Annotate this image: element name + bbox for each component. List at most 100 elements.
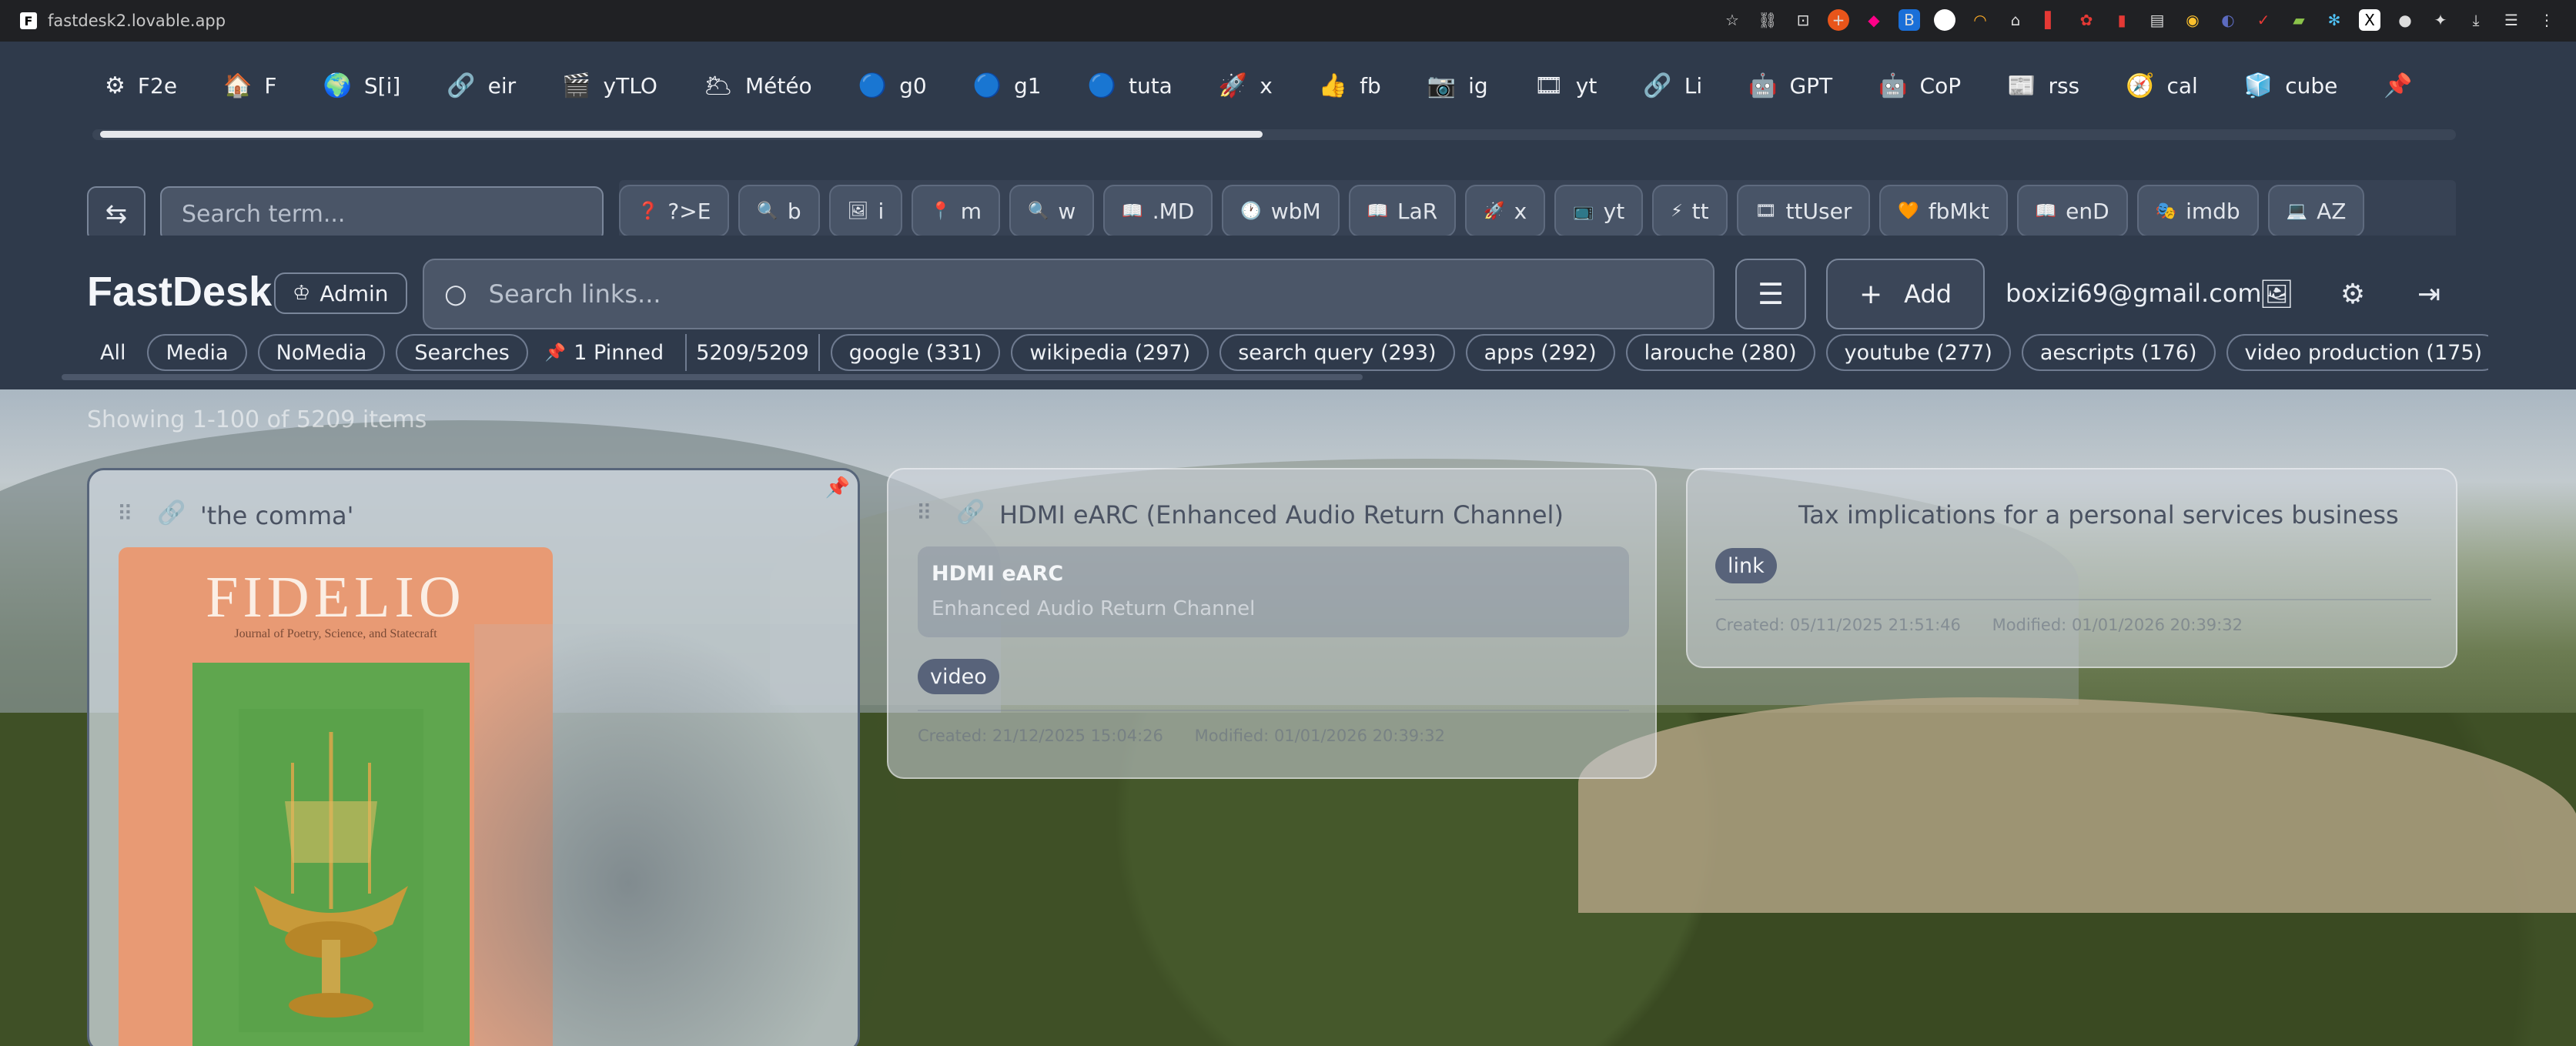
bookmark-item[interactable]: 🏠 F xyxy=(211,68,289,103)
filter-tag[interactable]: google (331) xyxy=(830,334,1001,371)
quick-tag-button[interactable]: 🧡 fbMkt xyxy=(1879,185,2008,237)
drag-handle-icon[interactable]: ⠿ xyxy=(117,501,133,526)
tag-chip[interactable]: link xyxy=(1715,548,1777,583)
filter-media[interactable]: Media xyxy=(147,334,247,371)
menu-lines-icon[interactable]: ☰ xyxy=(2501,9,2522,31)
app-logo[interactable]: FastDesk xyxy=(87,268,272,316)
card-title[interactable]: HDMI eARC (Enhanced Audio Return Channel… xyxy=(999,500,1564,530)
quick-tag-button[interactable]: ❓ ?>E xyxy=(619,185,730,237)
bookmark-item[interactable]: 🔵 tuta xyxy=(1076,68,1185,103)
bookmark-item[interactable]: 🔵 g0 xyxy=(846,68,939,103)
filter-tag[interactable]: apps (292) xyxy=(1465,334,1615,371)
bookmark-item[interactable]: 🌥 Météo xyxy=(691,68,825,103)
image-icon[interactable]: 🖼 xyxy=(2258,276,2295,312)
bookmark-item[interactable]: 🔵 g1 xyxy=(961,68,1054,103)
chat-icon[interactable]: ● xyxy=(2394,9,2416,31)
filter-tag[interactable]: aescripts (176) xyxy=(2021,334,2216,371)
bookmark-item[interactable]: 🎬 yTLO xyxy=(550,68,670,103)
filter-tag[interactable]: wikipedia (297) xyxy=(1011,334,1209,371)
filter-nomedia[interactable]: NoMedia xyxy=(257,334,386,371)
extension-icon[interactable]: ✿ xyxy=(2076,9,2097,31)
bookmark-item[interactable]: 🤖 CoP xyxy=(1866,68,1973,103)
bookmark-item[interactable]: 📌 xyxy=(2371,68,2437,103)
gear-icon[interactable]: ⚙ xyxy=(2334,276,2371,312)
rss-icon[interactable]: ◠ xyxy=(1969,9,1991,31)
filter-searches[interactable]: Searches xyxy=(396,334,528,371)
logout-icon[interactable]: ⇥ xyxy=(2410,276,2447,312)
bookmark-item[interactable]: 🧭 cal xyxy=(2113,68,2210,103)
drag-handle-icon[interactable]: ⠿ xyxy=(916,500,932,526)
star-icon[interactable]: ☆ xyxy=(1721,9,1743,31)
quick-tag-button[interactable]: 🎞 ttUser xyxy=(1736,185,1871,237)
link-icon[interactable]: 🔗 xyxy=(956,499,985,526)
puzzle-icon[interactable]: ✦ xyxy=(2430,9,2451,31)
shield-icon[interactable]: ✓ xyxy=(2253,9,2274,31)
menu-button[interactable]: ☰ xyxy=(1735,259,1806,329)
bookmark-item[interactable]: 🧊 cube xyxy=(2232,68,2350,103)
filter-pinned[interactable]: 📌 1 Pinned xyxy=(539,334,674,371)
extension-icon[interactable]: ◉ xyxy=(2182,9,2203,31)
screenshot-icon[interactable]: ⊡ xyxy=(1792,9,1814,31)
bookmark-item[interactable]: 📰 rss xyxy=(1995,68,2092,103)
link-card[interactable]: ⠿ 🔗 'the comma' 📌 FIDELIO Journal of Poe… xyxy=(87,468,860,1046)
bookmark-item[interactable]: 👍 fb xyxy=(1306,68,1393,103)
folder-icon[interactable]: ▰ xyxy=(2288,9,2310,31)
quick-tag-button[interactable]: 💻 AZ xyxy=(2267,185,2365,237)
extension-icon[interactable]: + xyxy=(1828,9,1849,31)
search-links-input[interactable]: ○ Search links... xyxy=(423,259,1715,329)
quick-tag-button[interactable]: 🎭 imdb xyxy=(2136,185,2259,237)
bookmark-item[interactable]: ⚙ F2e xyxy=(92,68,189,103)
extension-icon[interactable] xyxy=(1934,9,1955,31)
bookmark-item[interactable]: 🔗 eir xyxy=(434,68,528,103)
search-term-input[interactable]: Search term... xyxy=(160,186,604,242)
x-icon[interactable]: X xyxy=(2359,9,2380,31)
card-title[interactable]: Tax implications for a personal services… xyxy=(1798,500,2399,530)
filter-tag[interactable]: larouche (280) xyxy=(1625,334,1815,371)
filter-tag[interactable]: search query (293) xyxy=(1219,334,1455,371)
quick-tag-button[interactable]: 🔍 w xyxy=(1009,185,1095,237)
quick-tag-button[interactable]: 📍 m xyxy=(912,185,1001,237)
link-card[interactable]: Tax implications for a personal services… xyxy=(1686,468,2457,668)
home-icon[interactable]: ⌂ xyxy=(2005,9,2026,31)
quick-tag-button[interactable]: 🔍 b xyxy=(738,185,820,237)
filter-scrollbar[interactable] xyxy=(62,374,1363,380)
quick-tag-button[interactable]: 🕐 wbM xyxy=(1222,185,1340,237)
address-bar-url[interactable]: fastdesk2.lovable.app xyxy=(48,12,226,30)
link-icon[interactable]: ⛓ xyxy=(1757,9,1778,31)
extension-icon[interactable]: ◆ xyxy=(1863,9,1885,31)
quick-tag-icon: 🎞 xyxy=(1755,201,1777,221)
bookmarks-scrollbar[interactable] xyxy=(100,131,1263,138)
card-title[interactable]: 'the comma' xyxy=(200,501,353,530)
bookmark-item[interactable]: 🤖 GPT xyxy=(1736,68,1845,103)
add-button[interactable]: + Add xyxy=(1826,259,1985,329)
filter-tag[interactable]: youtube (277) xyxy=(1825,334,2011,371)
quick-tag-button[interactable]: ⚡ tt xyxy=(1652,185,1728,237)
quick-tag-button[interactable]: 📖 .MD xyxy=(1103,185,1213,237)
bookmark-item[interactable]: 🔗 Li xyxy=(1631,68,1715,103)
admin-badge[interactable]: ♔ Admin xyxy=(274,272,407,314)
kebab-menu-icon[interactable]: ⋮ xyxy=(2536,9,2558,31)
bookmark-item[interactable]: 🌍 S[i] xyxy=(311,68,413,103)
swap-button[interactable]: ⇆ xyxy=(87,186,146,242)
quick-tag-button[interactable]: 📖 LaR xyxy=(1348,185,1457,237)
download-icon[interactable]: ⤓ xyxy=(2465,9,2487,31)
link-card[interactable]: ⠿ 🔗 HDMI eARC (Enhanced Audio Return Cha… xyxy=(887,468,1657,779)
bookmark-item[interactable]: 🎞 yt xyxy=(1522,68,1610,103)
quick-tag-button[interactable]: 📺 yt xyxy=(1554,185,1644,237)
quick-tag-button[interactable]: 🚀 x xyxy=(1465,185,1546,237)
filter-tag[interactable]: video production (175) xyxy=(2226,334,2488,371)
extension-icon[interactable]: ◐ xyxy=(2217,9,2239,31)
filter-all[interactable]: All xyxy=(94,334,136,371)
tag-chip[interactable]: video xyxy=(918,659,999,694)
pin-icon[interactable]: 📌 xyxy=(825,476,850,500)
quick-tag-button[interactable]: 📖 enD xyxy=(2016,185,2128,237)
extension-icon[interactable]: ▌ xyxy=(2040,9,2062,31)
quick-tag-button[interactable]: 🖼 i xyxy=(828,185,903,237)
extension-icon[interactable]: ▤ xyxy=(2146,9,2168,31)
link-icon[interactable]: 🔗 xyxy=(157,500,186,526)
extension-icon[interactable]: B xyxy=(1899,9,1920,31)
bookmark-icon[interactable]: ▮ xyxy=(2111,9,2133,31)
react-icon[interactable]: ✻ xyxy=(2323,9,2345,31)
bookmark-item[interactable]: 📷 ig xyxy=(1415,68,1500,103)
bookmark-item[interactable]: 🚀 x xyxy=(1206,68,1285,103)
